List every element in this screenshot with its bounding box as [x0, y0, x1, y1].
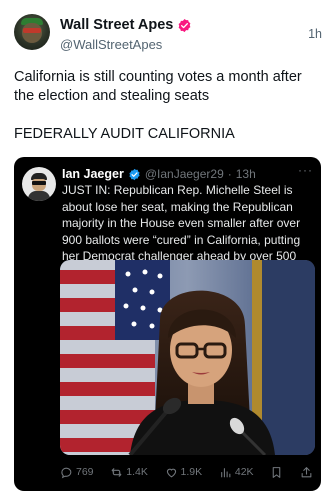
bookmark-icon: [272, 466, 281, 478]
view-count: 42K: [234, 466, 254, 478]
bookmark-button[interactable]: [270, 466, 283, 479]
repost-button[interactable]: 1.4K: [110, 466, 148, 479]
views-button[interactable]: 42K: [219, 466, 254, 479]
views-chart-icon: [221, 467, 231, 477]
repost-icon: [111, 467, 122, 477]
author-display-name[interactable]: Wall Street Apes: [60, 17, 173, 33]
quoted-tweet-header: Ian Jaeger @IanJaeger29 · 13h: [62, 166, 313, 182]
tweet-paragraph: FEDERALLY AUDIT CALIFORNIA: [14, 126, 235, 142]
repost-count: 1.4K: [126, 466, 148, 478]
verified-badge-icon: [129, 168, 140, 180]
more-options-icon[interactable]: ···: [298, 163, 313, 177]
like-count: 1.9K: [180, 466, 203, 478]
quoted-tweet-photo[interactable]: [60, 260, 315, 455]
quoted-author-avatar[interactable]: [22, 167, 56, 201]
reply-icon: [61, 467, 72, 478]
quoted-separator: ·: [227, 167, 232, 181]
quoted-action-bar: 769 1.4K 1.9K 42K: [60, 463, 313, 481]
tweet-timestamp[interactable]: 1h: [308, 27, 322, 41]
tweet-paragraph: California is still counting votes a mon…: [14, 69, 302, 104]
share-button[interactable]: [300, 466, 313, 479]
quoted-author-handle[interactable]: @IanJaeger29: [145, 167, 224, 181]
tweet-page: Wall Street Apes @WallStreetApes 1h Cali…: [0, 0, 334, 500]
tweet-body: California is still counting votes a mon…: [14, 68, 320, 163]
tweet-header: Wall Street Apes @WallStreetApes 1h: [14, 14, 322, 58]
reply-count: 769: [76, 466, 94, 478]
author-info: Wall Street Apes @WallStreetApes: [60, 16, 192, 52]
share-icon: [301, 466, 312, 477]
verified-badge-icon: [178, 18, 191, 32]
author-handle[interactable]: @WallStreetApes: [60, 37, 192, 52]
reply-button[interactable]: 769: [60, 466, 94, 479]
author-avatar[interactable]: [14, 14, 50, 50]
quoted-timestamp[interactable]: 13h: [236, 167, 256, 181]
heart-icon: [166, 468, 176, 477]
like-button[interactable]: 1.9K: [165, 466, 203, 479]
quoted-author-name[interactable]: Ian Jaeger: [62, 167, 124, 181]
photo-image: [60, 260, 315, 455]
quoted-tweet-card[interactable]: Ian Jaeger @IanJaeger29 · 13h ··· JUST I…: [14, 157, 321, 491]
